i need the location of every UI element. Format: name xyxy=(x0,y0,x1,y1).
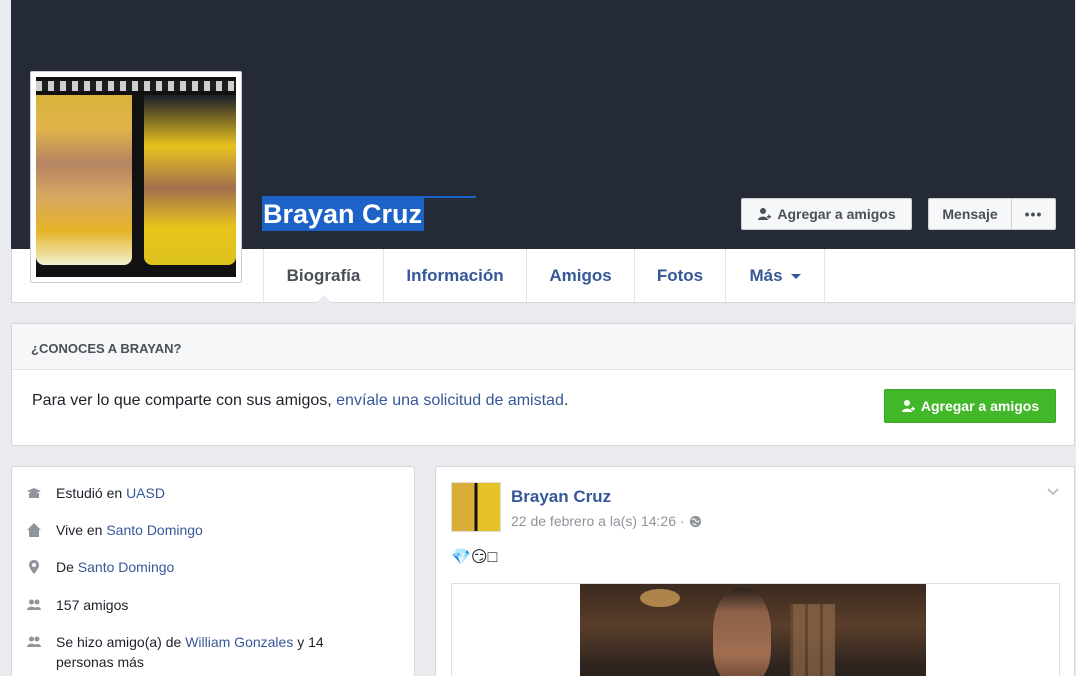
profile-picture[interactable] xyxy=(30,71,242,283)
add-friend-icon xyxy=(901,400,915,412)
intro-text: Estudió en xyxy=(56,485,127,501)
intro-text: Se hizo amigo(a) de xyxy=(56,634,186,650)
graduation-cap-icon xyxy=(27,488,41,498)
intro-text: Vive en xyxy=(56,522,107,538)
friend-link[interactable]: William Gonzales xyxy=(185,634,293,650)
message-button[interactable]: Mensaje xyxy=(928,198,1012,230)
post-photo-frame[interactable] xyxy=(451,583,1060,676)
friends-icon xyxy=(27,636,41,647)
hometown-link[interactable]: Santo Domingo xyxy=(78,559,175,575)
current-city-link[interactable]: Santo Domingo xyxy=(106,522,203,538)
home-icon xyxy=(27,523,41,537)
profile-name[interactable]: Brayan Cruz xyxy=(262,198,425,231)
know-person-card: ¿CONOCES A BRAYAN? Para ver lo que compa… xyxy=(11,323,1075,446)
add-friend-label: Agregar a amigos xyxy=(777,206,896,222)
post-timestamp[interactable]: 22 de febrero a la(s) 14:26 xyxy=(511,513,676,529)
know-text-after: . xyxy=(563,392,569,409)
meta-separator: · xyxy=(680,513,685,529)
add-friend-icon xyxy=(758,208,772,220)
know-text-before: Para ver lo que comparte con sus amigos, xyxy=(32,392,337,409)
profile-name-container: Brayan Cruz xyxy=(262,198,425,231)
message-label: Mensaje xyxy=(942,206,998,222)
more-options-button[interactable]: ••• xyxy=(1011,198,1056,230)
add-friend-button[interactable]: Agregar a amigos xyxy=(741,198,912,230)
know-heading: ¿CONOCES A BRAYAN? xyxy=(12,324,1074,370)
intro-studied: Estudió en UASD xyxy=(26,483,165,503)
chevron-down-icon[interactable] xyxy=(1046,485,1060,499)
add-friend-green-label: Agregar a amigos xyxy=(920,398,1040,414)
post-photo[interactable] xyxy=(580,584,926,676)
friends-icon xyxy=(27,599,41,610)
tab-fotos[interactable]: Fotos xyxy=(635,249,726,302)
tab-biografia[interactable]: Biografía xyxy=(263,249,384,303)
tab-label: Fotos xyxy=(656,265,704,285)
globe-icon[interactable] xyxy=(689,515,702,528)
ellipsis-icon: ••• xyxy=(1024,206,1043,222)
tab-label: Información xyxy=(406,265,504,285)
send-friend-request-link[interactable]: envíale una solicitud de amistad xyxy=(336,392,564,409)
intro-became-friends: Se hizo amigo(a) de William Gonzales y 1… xyxy=(26,632,324,672)
tab-informacion[interactable]: Información xyxy=(384,249,527,302)
tab-amigos[interactable]: Amigos xyxy=(527,249,635,302)
tab-mas[interactable]: Más xyxy=(726,249,825,302)
know-description: Para ver lo que comparte con sus amigos,… xyxy=(32,392,568,410)
tab-label: Amigos xyxy=(549,265,612,285)
post-card: Brayan Cruz 22 de febrero a la(s) 14:26 … xyxy=(435,466,1075,676)
post-author-name[interactable]: Brayan Cruz xyxy=(511,487,611,507)
intro-friends: 157 amigos xyxy=(26,595,128,615)
intro-text: y 14 xyxy=(293,634,324,650)
profile-photo-image xyxy=(36,77,236,277)
friends-count[interactable]: 157 amigos xyxy=(56,597,128,613)
intro-from: De Santo Domingo xyxy=(26,557,174,577)
tab-label: Biografía xyxy=(286,265,361,285)
school-link[interactable]: UASD xyxy=(126,485,165,501)
tab-label: Más xyxy=(749,265,783,285)
add-friend-green-button[interactable]: Agregar a amigos xyxy=(884,389,1056,423)
intro-text: De xyxy=(56,559,78,575)
location-pin-icon xyxy=(29,560,39,574)
post-author-avatar[interactable] xyxy=(451,482,501,532)
caret-down-icon xyxy=(790,274,801,279)
post-meta: 22 de febrero a la(s) 14:26 · xyxy=(511,513,702,529)
post-text: 💎😏□ xyxy=(451,549,498,566)
intro-card: Estudió en UASD Vive en Santo Domingo De… xyxy=(11,466,415,676)
intro-lives: Vive en Santo Domingo xyxy=(26,520,203,540)
more-friends-text[interactable]: personas más xyxy=(56,652,324,672)
